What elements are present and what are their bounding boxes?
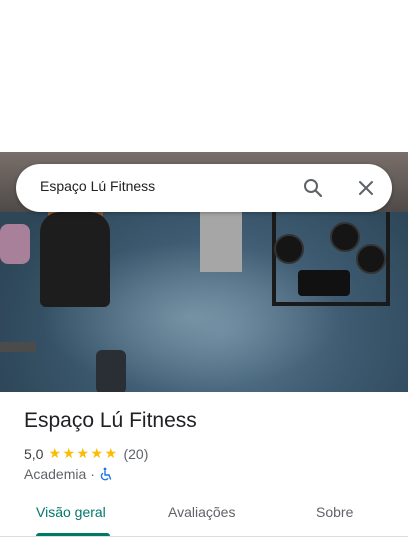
photo-weight-plate [274,234,304,264]
star-icon: ★ [76,445,90,461]
photo-equipment-blur [96,350,126,392]
photo-person-seated [40,212,110,307]
photo-weight-plate [356,244,386,274]
photo-weight-plate [330,222,360,252]
photo-person-left [0,224,30,264]
wheelchair-icon [99,467,113,481]
rating-row[interactable]: 5,0 ★ ★ ★ ★ ★ (20) [24,445,148,462]
star-rating: ★ ★ ★ ★ ★ [48,445,118,462]
place-tabs: Visão geral Avaliações Sobre [0,496,408,536]
close-icon[interactable] [356,178,376,198]
tab-about[interactable]: Sobre [316,504,353,520]
tabs-divider [0,536,408,537]
star-icon: ★ [90,445,104,461]
place-title: Espaço Lú Fitness [24,409,197,432]
top-blank-area [0,0,408,152]
search-icon[interactable] [303,178,323,198]
star-icon: ★ [62,445,76,461]
search-bar[interactable]: Espaço Lú Fitness [16,164,392,212]
category-row: Academia · [24,466,113,482]
star-icon: ★ [104,445,118,461]
separator-dot: · [90,466,95,482]
photo-dumbbells [298,270,350,296]
category-label: Academia [24,466,87,482]
tab-reviews[interactable]: Avaliações [168,504,235,520]
tab-overview[interactable]: Visão geral [36,504,106,520]
star-icon: ★ [48,445,62,461]
review-count[interactable]: (20) [123,446,148,462]
search-input[interactable]: Espaço Lú Fitness [40,178,155,194]
photo-bench [0,342,36,352]
rating-value: 5,0 [24,445,44,462]
